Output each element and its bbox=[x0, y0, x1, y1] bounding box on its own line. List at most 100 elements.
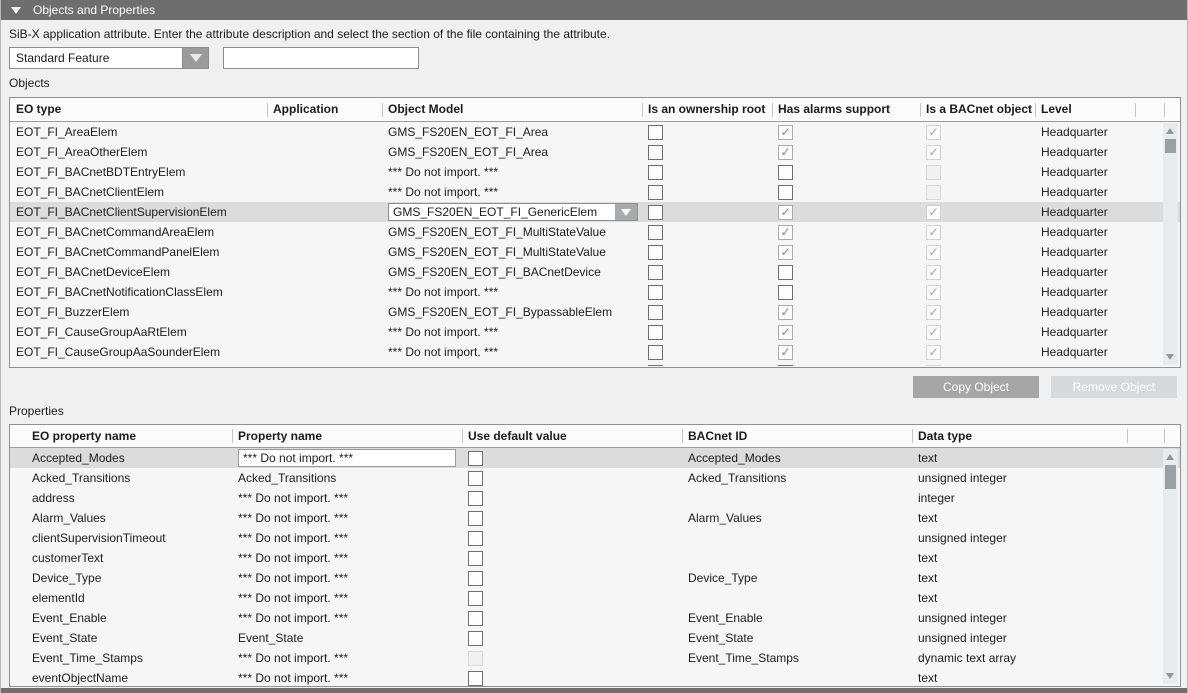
ownership-root-checkbox[interactable] bbox=[648, 325, 663, 340]
column-header-use-default-value[interactable]: Use default value bbox=[462, 425, 682, 447]
scroll-thumb[interactable] bbox=[1165, 465, 1176, 489]
column-header-has-alarms-support[interactable]: Has alarms support bbox=[772, 98, 920, 121]
ownership-root-checkbox[interactable] bbox=[648, 265, 663, 280]
next-section-bar[interactable] bbox=[1, 688, 1187, 693]
ownership-root-checkbox[interactable] bbox=[648, 205, 663, 220]
chevron-down-icon[interactable] bbox=[615, 204, 637, 220]
property-row[interactable]: Acked_Transitions Acked_Transitions Acke… bbox=[10, 468, 1180, 488]
eo-type-cell: EOT_FI_BuzzerElem bbox=[10, 302, 267, 322]
object-model-combobox[interactable]: GMS_FS20EN_EOT_FI_GenericElem bbox=[388, 203, 638, 221]
object-row[interactable]: EOT_FI_BACnetClientElem *** Do not impor… bbox=[10, 182, 1180, 202]
property-row[interactable]: Accepted_Modes *** Do not import. *** Ac… bbox=[10, 448, 1180, 468]
object-row[interactable]: EOT_FI_BACnetClientSupervisionElem GMS_F… bbox=[10, 202, 1180, 222]
column-header-eo-property-name[interactable]: EO property name bbox=[10, 425, 232, 447]
alarms-support-checkbox[interactable]: ✓ bbox=[778, 225, 793, 240]
copy-object-button[interactable]: Copy Object bbox=[913, 376, 1039, 398]
ownership-root-checkbox[interactable] bbox=[648, 365, 663, 366]
object-row[interactable]: EOT_FI_CauseGroupAaSounderElem *** Do no… bbox=[10, 342, 1180, 362]
alarms-support-checkbox[interactable]: ✓ bbox=[778, 145, 793, 160]
alarms-support-checkbox[interactable]: ✓ bbox=[778, 305, 793, 320]
object-row[interactable]: EOT_FI_BACnetNotificationClassElem *** D… bbox=[10, 282, 1180, 302]
ownership-root-checkbox[interactable] bbox=[648, 305, 663, 320]
ownership-root-checkbox[interactable] bbox=[648, 145, 663, 160]
objects-scrollbar[interactable] bbox=[1163, 123, 1178, 365]
scroll-down-arrow-icon[interactable] bbox=[1163, 351, 1178, 364]
object-row[interactable]: EOT_FI_AreaOtherElem GMS_FS20EN_EOT_FI_A… bbox=[10, 142, 1180, 162]
property-row[interactable]: Device_Type *** Do not import. *** Devic… bbox=[10, 568, 1180, 588]
use-default-value-checkbox[interactable] bbox=[468, 531, 483, 546]
attribute-description-input[interactable] bbox=[223, 47, 419, 69]
use-default-value-checkbox[interactable] bbox=[468, 511, 483, 526]
alarms-support-checkbox[interactable] bbox=[778, 365, 793, 366]
alarms-support-cell: ✓ bbox=[772, 302, 920, 322]
property-row[interactable]: Event_Enable *** Do not import. *** Even… bbox=[10, 608, 1180, 628]
alarms-support-checkbox[interactable]: ✓ bbox=[778, 125, 793, 140]
column-header-object-model[interactable]: Object Model bbox=[382, 98, 642, 121]
object-row[interactable]: EOT_FI_BACnetCommandPanelElem GMS_FS20EN… bbox=[10, 242, 1180, 262]
use-default-value-checkbox[interactable] bbox=[468, 611, 483, 626]
scroll-thumb[interactable] bbox=[1165, 139, 1176, 153]
alarms-support-checkbox[interactable]: ✓ bbox=[778, 205, 793, 220]
column-header-is-an-ownership-root[interactable]: Is an ownership root bbox=[642, 98, 772, 121]
use-default-value-checkbox[interactable] bbox=[468, 671, 483, 686]
ownership-root-checkbox[interactable] bbox=[648, 345, 663, 360]
chevron-down-icon[interactable] bbox=[182, 48, 208, 68]
alarms-support-checkbox[interactable] bbox=[778, 285, 793, 300]
alarms-support-checkbox[interactable]: ✓ bbox=[778, 325, 793, 340]
column-header-eo-type[interactable]: EO type bbox=[10, 98, 267, 121]
eo-type-cell bbox=[10, 362, 267, 366]
property-row[interactable]: Event_State Event_State Event_State unsi… bbox=[10, 628, 1180, 648]
property-row[interactable]: Event_Time_Stamps *** Do not import. ***… bbox=[10, 648, 1180, 668]
ownership-root-checkbox[interactable] bbox=[648, 185, 663, 200]
use-default-value-cell bbox=[462, 608, 682, 628]
object-row[interactable]: EOT_FI_AreaElem GMS_FS20EN_EOT_FI_Area ✓… bbox=[10, 122, 1180, 142]
object-row[interactable]: EOT_FI_BACnetCommandAreaElem GMS_FS20EN_… bbox=[10, 222, 1180, 242]
use-default-value-checkbox[interactable] bbox=[468, 571, 483, 586]
ownership-root-checkbox[interactable] bbox=[648, 225, 663, 240]
use-default-value-checkbox[interactable] bbox=[468, 551, 483, 566]
collapse-triangle-icon[interactable] bbox=[11, 7, 21, 14]
column-header-property-name[interactable]: Property name bbox=[232, 425, 462, 447]
use-default-value-checkbox[interactable] bbox=[468, 631, 483, 646]
object-row[interactable]: EOT_FI_CauseGroupAaRtElem *** Do not imp… bbox=[10, 322, 1180, 342]
eo-type-cell: EOT_FI_CauseGroupAaRtElem bbox=[10, 322, 267, 342]
properties-scrollbar[interactable] bbox=[1163, 449, 1178, 684]
object-row[interactable] bbox=[10, 362, 1180, 366]
property-row[interactable]: clientSupervisionTimeout *** Do not impo… bbox=[10, 528, 1180, 548]
use-default-value-checkbox[interactable] bbox=[468, 491, 483, 506]
property-row[interactable]: eventObjectName *** Do not import. *** t… bbox=[10, 668, 1180, 686]
use-default-value-checkbox[interactable] bbox=[468, 471, 483, 486]
remove-object-button[interactable]: Remove Object bbox=[1051, 376, 1177, 398]
scroll-down-arrow-icon[interactable] bbox=[1163, 670, 1178, 683]
level-cell: Headquarter bbox=[1035, 322, 1135, 342]
alarms-support-checkbox[interactable] bbox=[778, 265, 793, 280]
scroll-up-arrow-icon[interactable] bbox=[1163, 124, 1178, 137]
object-row[interactable]: EOT_FI_BACnetDeviceElem GMS_FS20EN_EOT_F… bbox=[10, 262, 1180, 282]
column-header-level[interactable]: Level bbox=[1035, 98, 1135, 121]
column-header-data-type[interactable]: Data type bbox=[912, 425, 1127, 447]
property-row[interactable]: customerText *** Do not import. *** text bbox=[10, 548, 1180, 568]
section-header-bar[interactable]: Objects and Properties bbox=[1, 0, 1187, 20]
object-row[interactable]: EOT_FI_BACnetBDTEntryElem *** Do not imp… bbox=[10, 162, 1180, 182]
column-header-is-a-bacnet-object[interactable]: Is a BACnet object bbox=[920, 98, 1035, 121]
ownership-root-checkbox[interactable] bbox=[648, 165, 663, 180]
ownership-root-checkbox[interactable] bbox=[648, 285, 663, 300]
object-row[interactable]: EOT_FI_BuzzerElem GMS_FS20EN_EOT_FI_Bypa… bbox=[10, 302, 1180, 322]
column-header-application[interactable]: Application bbox=[267, 98, 382, 121]
ownership-root-checkbox[interactable] bbox=[648, 125, 663, 140]
feature-dropdown[interactable]: Standard Feature bbox=[9, 47, 209, 69]
column-header-bacnet-id[interactable]: BACnet ID bbox=[682, 425, 912, 447]
alarms-support-checkbox[interactable] bbox=[778, 185, 793, 200]
alarms-support-checkbox[interactable]: ✓ bbox=[778, 245, 793, 260]
property-name-input[interactable]: *** Do not import. *** bbox=[238, 449, 456, 467]
scroll-up-arrow-icon[interactable] bbox=[1163, 450, 1178, 463]
property-row[interactable]: elementId *** Do not import. *** text bbox=[10, 588, 1180, 608]
ownership-root-checkbox[interactable] bbox=[648, 245, 663, 260]
property-row[interactable]: address *** Do not import. *** integer bbox=[10, 488, 1180, 508]
properties-label: Properties bbox=[9, 404, 64, 418]
alarms-support-checkbox[interactable] bbox=[778, 165, 793, 180]
property-row[interactable]: Alarm_Values *** Do not import. *** Alar… bbox=[10, 508, 1180, 528]
use-default-value-checkbox[interactable] bbox=[468, 591, 483, 606]
alarms-support-checkbox[interactable]: ✓ bbox=[778, 345, 793, 360]
use-default-value-checkbox[interactable] bbox=[468, 451, 483, 466]
